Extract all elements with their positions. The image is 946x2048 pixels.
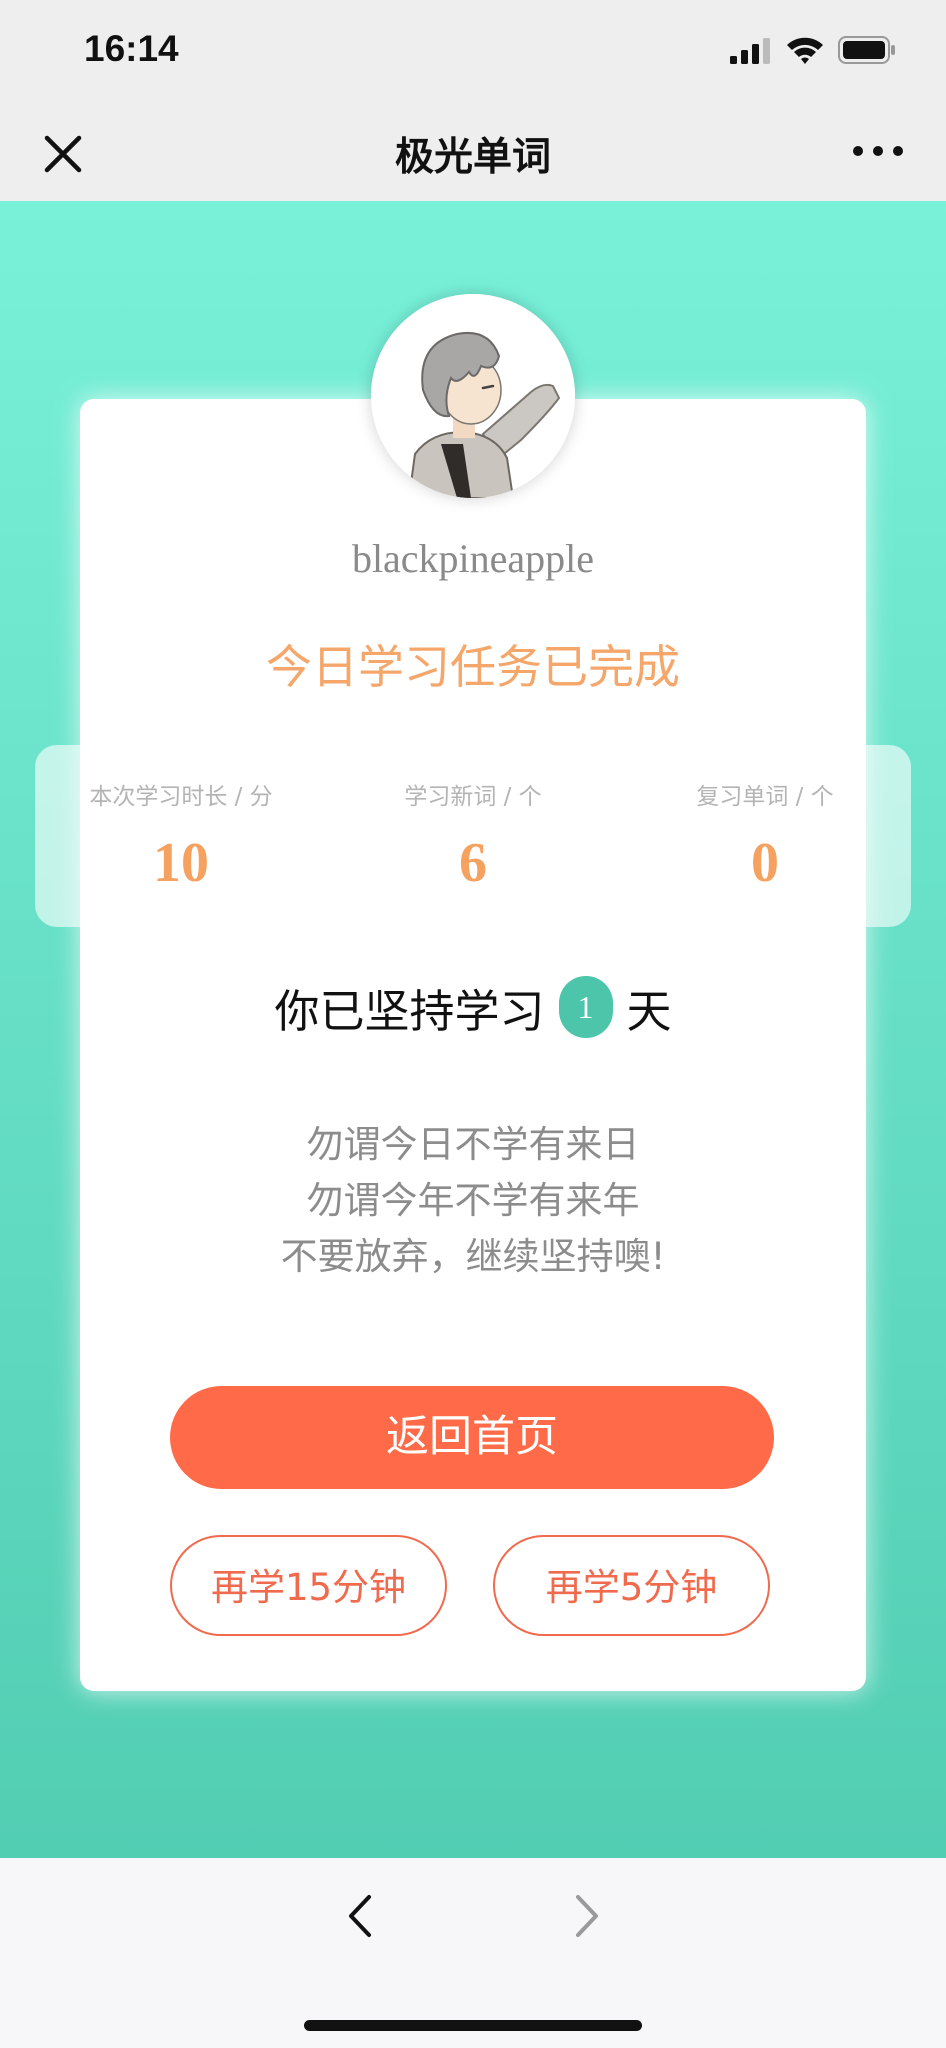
avatar-image: [371, 294, 575, 498]
stat-study-duration: 本次学习时长 / 分 10: [35, 745, 327, 927]
motto-line: 勿谓今日不学有来日: [306, 1123, 640, 1166]
stat-label: 本次学习时长 / 分: [89, 784, 273, 810]
username: blackpineapple: [351, 536, 595, 581]
avatar: [371, 294, 575, 498]
battery-icon: [838, 36, 895, 64]
stat-new-words: 学习新词 / 个 6: [327, 745, 619, 927]
wifi-icon: [787, 37, 823, 64]
motto-line: 勿谓今年不学有来年: [306, 1179, 640, 1222]
summary-card: [80, 399, 866, 1691]
nav-bar: 极光单词: [0, 100, 946, 201]
streak-days-badge: 1: [558, 976, 613, 1038]
study-5-minutes-button[interactable]: 再学5分钟: [493, 1535, 770, 1636]
stat-value: 0: [751, 832, 779, 894]
cellular-signal-icon: [730, 38, 770, 64]
stat-label: 学习新词 / 个: [404, 784, 542, 810]
stats-panel: 本次学习时长 / 分 10 学习新词 / 个 6 复习单词 / 个 0: [35, 745, 911, 927]
study-15-minutes-button[interactable]: 再学15分钟: [170, 1535, 447, 1636]
main-content: blackpineapple 今日学习任务已完成 本次学习时长 / 分 10 学…: [0, 201, 946, 1858]
home-indicator: [304, 2020, 642, 2031]
stat-label: 复习单词 / 个: [696, 784, 834, 810]
status-time: 16:14: [84, 28, 179, 69]
page-title: 极光单词: [394, 135, 551, 180]
status-bar: 16:14: [0, 0, 946, 100]
more-options-icon[interactable]: [850, 138, 906, 164]
stat-value: 6: [459, 832, 487, 894]
motto-line: 不要放弃，继续坚持噢!: [280, 1235, 666, 1278]
stat-value: 10: [153, 832, 209, 894]
streak-prefix: 你已坚持学习: [274, 984, 545, 1038]
streak-suffix: 天: [626, 984, 672, 1038]
browser-bottom-bar: [0, 1858, 946, 2048]
streak-line: 你已坚持学习 1 天: [80, 973, 866, 1041]
motto: 勿谓今日不学有来日 勿谓今年不学有来年 不要放弃，继续坚持噢!: [80, 1117, 866, 1285]
task-complete-status: 今日学习任务已完成: [266, 640, 680, 694]
stat-review-words: 复习单词 / 个 0: [619, 745, 911, 927]
forward-arrow-icon[interactable]: [572, 1891, 602, 1941]
back-arrow-icon[interactable]: [345, 1891, 375, 1941]
return-home-button[interactable]: 返回首页: [170, 1386, 774, 1489]
